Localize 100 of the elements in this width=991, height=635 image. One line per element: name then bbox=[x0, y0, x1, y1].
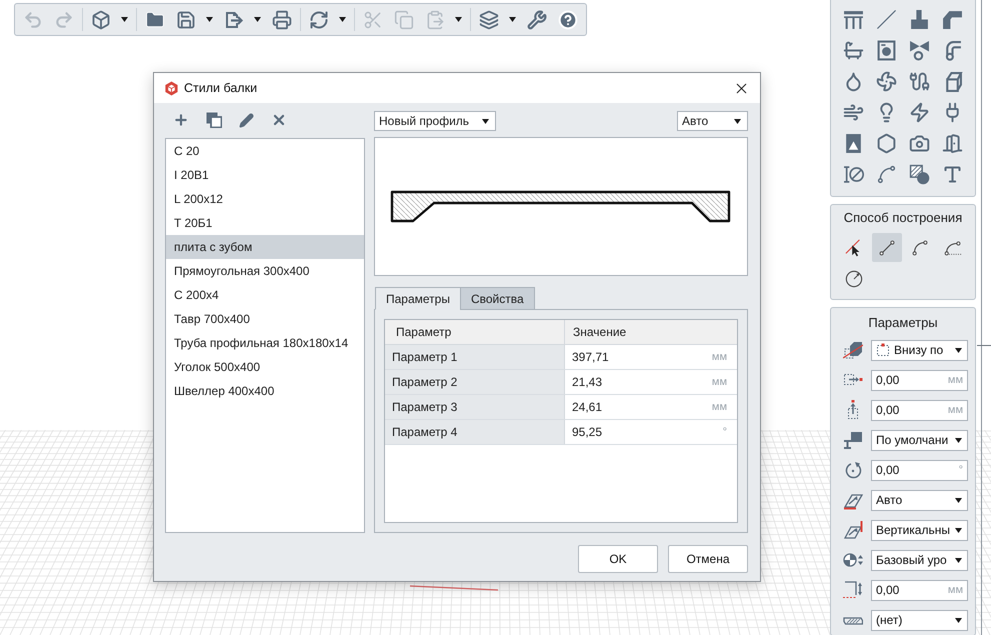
refresh-icon[interactable] bbox=[309, 10, 329, 30]
method-button[interactable] bbox=[872, 233, 902, 262]
cell-value: 397,71 bbox=[572, 350, 609, 364]
cube-view-icon[interactable] bbox=[91, 10, 111, 30]
cancel-button[interactable]: Отмена bbox=[668, 545, 748, 573]
list-item[interactable]: I 20В1 bbox=[166, 163, 364, 187]
list-item[interactable]: С 20 bbox=[166, 139, 364, 163]
cube-icon bbox=[842, 340, 862, 360]
list-item[interactable]: Швеллер 400x400 bbox=[166, 379, 364, 403]
dropdown[interactable]: Авто bbox=[871, 490, 968, 510]
dropdown[interactable]: Внизу по bbox=[871, 340, 968, 360]
diameter-icon[interactable] bbox=[843, 164, 864, 185]
pedestal-icon[interactable] bbox=[909, 9, 930, 30]
dropdown[interactable]: Базовый уро bbox=[871, 550, 968, 570]
window-title: Стили балки bbox=[184, 81, 258, 95]
fan-icon[interactable] bbox=[876, 71, 897, 92]
list-item[interactable]: Уголок 500x400 bbox=[166, 355, 364, 379]
dotted-arc-icon bbox=[944, 238, 962, 256]
arc-icon bbox=[910, 238, 928, 256]
panel-title: Способ построения bbox=[842, 210, 964, 226]
caret-icon[interactable] bbox=[339, 17, 346, 22]
table-cell: Параметр 4 bbox=[385, 420, 565, 444]
unit-label: мм bbox=[712, 401, 727, 413]
caret-icon[interactable] bbox=[955, 558, 962, 562]
list-item[interactable]: С 200x4 bbox=[166, 283, 364, 307]
delete-icon[interactable] bbox=[271, 112, 287, 128]
beam-profile-icon bbox=[842, 430, 862, 450]
door-icon[interactable] bbox=[942, 133, 963, 154]
bathtub-icon[interactable] bbox=[843, 40, 864, 61]
save-icon[interactable] bbox=[176, 10, 196, 30]
list-item[interactable]: плита с зубом bbox=[166, 235, 364, 259]
table-cell: Параметр 2 bbox=[385, 370, 565, 394]
list-item[interactable]: Прямоугольная 300x400 bbox=[166, 259, 364, 283]
list-item[interactable]: Труба профильная 180x180x14 bbox=[166, 331, 364, 355]
camera-icon[interactable] bbox=[909, 133, 930, 154]
caret-icon[interactable] bbox=[955, 528, 962, 532]
list-item[interactable]: Тавр 700x400 bbox=[166, 307, 364, 331]
hexagon-icon[interactable] bbox=[876, 133, 897, 154]
hexagon-logo-icon bbox=[164, 80, 179, 96]
plus-icon[interactable] bbox=[173, 112, 189, 128]
duplicate-icon[interactable] bbox=[206, 112, 222, 128]
hatch-icon[interactable] bbox=[909, 164, 930, 185]
dropdown[interactable]: (нет) bbox=[871, 610, 968, 630]
bench-icon[interactable] bbox=[843, 9, 864, 30]
height-offset-icon bbox=[842, 580, 862, 600]
caret-icon[interactable] bbox=[955, 498, 962, 502]
angle-beam-icon[interactable] bbox=[942, 9, 963, 30]
column-header: Параметр bbox=[385, 320, 565, 344]
slope-vertical-icon bbox=[842, 520, 862, 540]
cursor-line-icon bbox=[844, 238, 862, 256]
pencil-icon[interactable] bbox=[239, 112, 254, 128]
cell-value: 21,43 bbox=[572, 375, 602, 389]
circle-radius-icon bbox=[844, 270, 862, 288]
curve-icon[interactable] bbox=[876, 164, 897, 185]
list-item[interactable]: L 200x12 bbox=[166, 187, 364, 211]
caret-icon[interactable] bbox=[482, 118, 489, 124]
cell-value: 95,25 bbox=[572, 425, 602, 439]
table-cell: Параметр 1 bbox=[385, 345, 565, 369]
ok-button[interactable]: OK bbox=[578, 545, 658, 573]
caret-icon[interactable] bbox=[121, 17, 128, 22]
lightning-icon[interactable] bbox=[909, 102, 930, 123]
layers-icon[interactable] bbox=[479, 10, 499, 30]
tab[interactable]: Параметры bbox=[375, 287, 461, 310]
cell-value: 24,61 bbox=[572, 400, 602, 414]
text-icon[interactable] bbox=[942, 164, 963, 185]
caret-icon[interactable] bbox=[734, 118, 741, 124]
caret-icon[interactable] bbox=[955, 618, 962, 622]
wind-icon[interactable] bbox=[843, 102, 864, 123]
profile-dropdown[interactable]: Новый профиль bbox=[374, 111, 496, 131]
caret-icon[interactable] bbox=[955, 348, 962, 352]
caret-icon[interactable] bbox=[206, 17, 213, 22]
wrench-icon[interactable] bbox=[527, 10, 547, 30]
dropdown[interactable]: По умолчани bbox=[871, 430, 968, 450]
washing-machine-icon[interactable] bbox=[876, 40, 897, 61]
line-icon[interactable] bbox=[876, 9, 897, 30]
unit-label: ° bbox=[958, 464, 963, 476]
export-icon[interactable] bbox=[224, 10, 244, 30]
anchor-point-icon bbox=[876, 343, 890, 357]
table-cell: Параметр 3 bbox=[385, 395, 565, 419]
valve-icon[interactable] bbox=[909, 40, 930, 61]
caret-icon[interactable] bbox=[509, 17, 516, 22]
caret-icon[interactable] bbox=[955, 438, 962, 442]
warning-panel-icon[interactable] bbox=[843, 133, 864, 154]
list-item[interactable]: T 20Б1 bbox=[166, 211, 364, 235]
rotation-icon bbox=[842, 460, 862, 480]
help-icon[interactable] bbox=[558, 10, 578, 30]
caret-icon[interactable] bbox=[254, 17, 261, 22]
column-header: Значение bbox=[572, 324, 628, 341]
printer-icon[interactable] bbox=[272, 10, 292, 30]
cable-icon[interactable] bbox=[909, 71, 930, 92]
unit-label: мм bbox=[712, 376, 727, 388]
unit-label: мм bbox=[712, 351, 727, 363]
unit-label: ° bbox=[722, 426, 727, 438]
unit-label: мм bbox=[948, 374, 963, 386]
panel-title: Параметры bbox=[867, 315, 939, 331]
line-segment-icon bbox=[878, 238, 896, 256]
dropdown[interactable]: Вертикальны bbox=[871, 520, 968, 540]
tab[interactable]: Свойства bbox=[460, 287, 535, 310]
folder-icon[interactable] bbox=[145, 10, 165, 30]
scale-dropdown[interactable]: Авто bbox=[677, 111, 748, 131]
